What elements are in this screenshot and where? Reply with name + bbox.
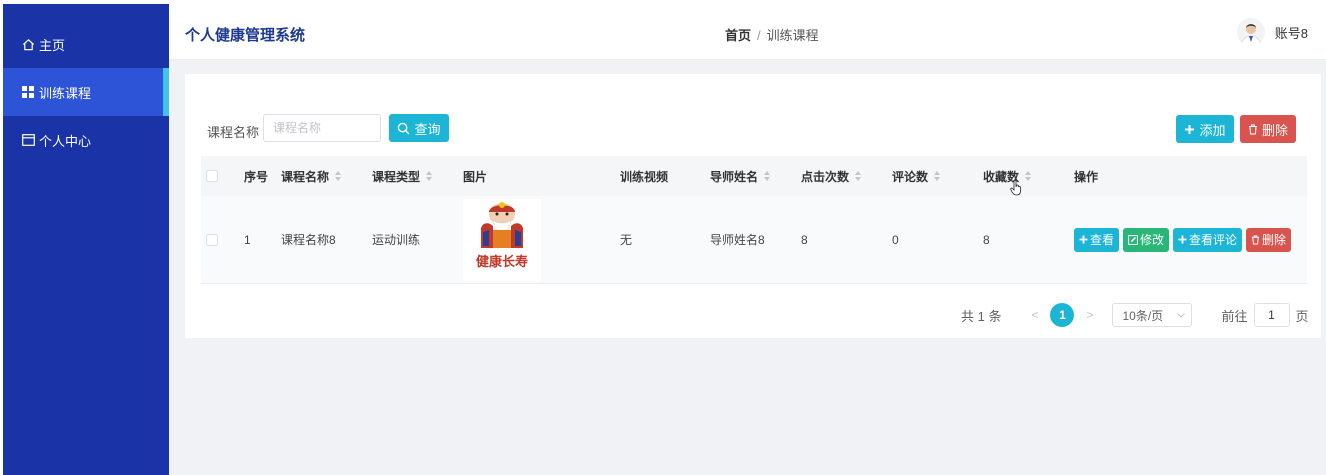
breadcrumb-current: 训练课程 bbox=[766, 28, 819, 43]
query-button-label: 查询 bbox=[414, 121, 441, 137]
window-icon bbox=[21, 133, 35, 147]
row-delete-button-label: 删除 bbox=[1262, 233, 1287, 247]
pagination: 共 1 条 < 1 > 10条/页 前往 页 bbox=[961, 302, 1321, 328]
sidebar-item-profile[interactable]: 个人中心 bbox=[3, 116, 169, 164]
cell-course-name: 课程名称8 bbox=[281, 233, 336, 247]
course-name-input[interactable] bbox=[263, 114, 381, 142]
grid-icon bbox=[21, 85, 35, 99]
edit-icon bbox=[1128, 234, 1138, 245]
cell-teacher: 导师姓名8 bbox=[710, 233, 765, 247]
header-clicks[interactable]: 点击次数 bbox=[801, 168, 892, 185]
page-number-1[interactable]: 1 bbox=[1050, 303, 1075, 327]
view-button-label: 查看 bbox=[1090, 233, 1115, 247]
user-name: 账号8 bbox=[1274, 25, 1308, 41]
page-size-value: 10条/页 bbox=[1122, 308, 1164, 323]
edit-button[interactable]: 修改 bbox=[1123, 227, 1170, 252]
breadcrumb-separator: / bbox=[757, 28, 761, 43]
add-button[interactable]: 添加 bbox=[1176, 115, 1234, 143]
header-label: 课程名称 bbox=[281, 169, 330, 184]
view-comments-button-label: 查看评论 bbox=[1189, 233, 1238, 247]
chevron-down-icon bbox=[1176, 312, 1185, 318]
cell-favorites: 8 bbox=[983, 232, 990, 247]
row-checkbox[interactable] bbox=[206, 233, 218, 246]
pagination-total: 共 1 条 bbox=[961, 308, 1002, 324]
header-teacher[interactable]: 导师姓名 bbox=[710, 168, 801, 185]
search-label: 课程名称 bbox=[207, 125, 260, 140]
delete-button[interactable]: 删除 bbox=[1240, 115, 1296, 143]
page-size-select[interactable]: 10条/页 bbox=[1111, 303, 1192, 327]
sort-icon[interactable] bbox=[335, 171, 342, 181]
breadcrumb: 首页 / 训练课程 bbox=[725, 25, 819, 44]
delete-button-label: 删除 bbox=[1261, 122, 1288, 138]
user-menu[interactable]: 账号8 bbox=[1236, 18, 1308, 46]
sort-icon[interactable] bbox=[764, 171, 771, 181]
goto-suffix: 页 bbox=[1295, 308, 1309, 324]
course-panel: 课程名称 查询 添加 删除 序号 课程名称 课程类型 图片 训练视频 导师姓名 … bbox=[185, 74, 1321, 338]
sort-icon[interactable] bbox=[1025, 171, 1032, 181]
prev-page-icon[interactable]: < bbox=[1031, 308, 1038, 322]
next-page-icon[interactable]: > bbox=[1086, 308, 1093, 322]
sort-icon[interactable] bbox=[426, 171, 433, 181]
select-all-checkbox[interactable] bbox=[206, 170, 218, 182]
sidebar-item-courses[interactable]: 训练课程 bbox=[3, 68, 169, 116]
header-favorites[interactable]: 收藏数 bbox=[983, 168, 1074, 185]
sort-icon[interactable] bbox=[934, 171, 941, 181]
top-bar: 个人健康管理系统 首页 / 训练课程 账号8 bbox=[169, 4, 1326, 60]
cell-clicks: 8 bbox=[801, 232, 808, 247]
header-label: 导师姓名 bbox=[710, 169, 759, 184]
course-table: 序号 课程名称 课程类型 图片 训练视频 导师姓名 点击次数 评论数 收藏数 操… bbox=[201, 156, 1307, 284]
view-button[interactable]: 查看 bbox=[1074, 227, 1120, 252]
header-index: 序号 bbox=[244, 169, 269, 184]
sidebar-item-home[interactable]: 主页 bbox=[3, 20, 169, 68]
sidebar-item-label: 个人中心 bbox=[39, 133, 92, 149]
table-row: 1 课程名称8 运动训练 健康长寿 无 导师姓名8 8 0 8 查看 修改 查看… bbox=[201, 196, 1307, 284]
add-button-label: 添加 bbox=[1199, 122, 1226, 138]
header-label: 评论数 bbox=[892, 169, 929, 184]
course-thumbnail: 健康长寿 bbox=[463, 198, 541, 281]
row-delete-button[interactable]: 删除 bbox=[1246, 227, 1292, 252]
sort-icon[interactable] bbox=[855, 171, 862, 181]
longevity-logo-image: 健康长寿 bbox=[476, 201, 528, 270]
plus-icon bbox=[1185, 124, 1195, 134]
edit-button-label: 修改 bbox=[1140, 233, 1165, 247]
header-label: 课程类型 bbox=[372, 169, 421, 184]
plus-icon bbox=[1079, 235, 1088, 244]
plus-icon bbox=[1178, 235, 1187, 244]
hand-cursor-icon bbox=[1010, 180, 1021, 196]
header-course-type[interactable]: 课程类型 bbox=[372, 168, 463, 185]
cell-comments: 0 bbox=[892, 232, 899, 247]
logo-text: 健康长寿 bbox=[476, 254, 528, 270]
header-image: 图片 bbox=[463, 169, 488, 184]
header-video: 训练视频 bbox=[620, 169, 669, 184]
sidebar-item-label: 训练课程 bbox=[39, 85, 92, 101]
goto-prefix: 前往 bbox=[1221, 308, 1248, 324]
query-button[interactable]: 查询 bbox=[389, 114, 449, 142]
view-comments-button[interactable]: 查看评论 bbox=[1173, 227, 1243, 252]
sidebar-item-label: 主页 bbox=[39, 37, 66, 53]
header-label: 点击次数 bbox=[801, 169, 850, 184]
cell-video: 无 bbox=[620, 233, 633, 247]
sidebar: 主页 训练课程 个人中心 bbox=[3, 4, 169, 475]
header-actions: 操作 bbox=[1074, 169, 1099, 184]
home-icon bbox=[21, 37, 35, 51]
app-title: 个人健康管理系统 bbox=[185, 27, 306, 44]
table-header: 序号 课程名称 课程类型 图片 训练视频 导师姓名 点击次数 评论数 收藏数 操… bbox=[201, 156, 1307, 196]
trash-icon bbox=[1251, 234, 1260, 245]
goto-page-input[interactable] bbox=[1253, 303, 1290, 327]
cell-index: 1 bbox=[244, 232, 251, 247]
header-comments[interactable]: 评论数 bbox=[892, 168, 983, 185]
cell-course-type: 运动训练 bbox=[372, 233, 421, 247]
search-icon bbox=[398, 122, 411, 135]
main-content: 课程名称 查询 添加 删除 序号 课程名称 课程类型 图片 训练视频 导师姓名 … bbox=[169, 60, 1326, 475]
header-course-name[interactable]: 课程名称 bbox=[281, 168, 372, 185]
trash-icon bbox=[1248, 123, 1257, 135]
avatar[interactable] bbox=[1236, 18, 1265, 46]
breadcrumb-home[interactable]: 首页 bbox=[725, 28, 751, 43]
